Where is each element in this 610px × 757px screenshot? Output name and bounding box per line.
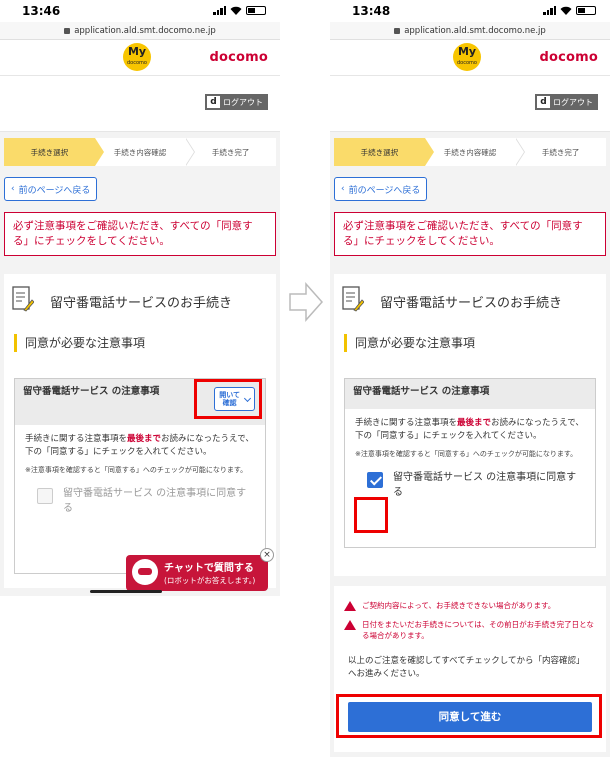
chevron-left-icon: ‹ — [11, 184, 15, 194]
status-bar: 13:46 — [0, 0, 280, 22]
mydocomo-logo[interactable]: My docomo — [453, 43, 481, 71]
terms-text-emphasis: 最後まで — [457, 418, 492, 428]
status-icons — [213, 6, 266, 15]
robot-icon — [132, 559, 158, 585]
agree-checkbox[interactable] — [37, 488, 53, 504]
alert-message: 必ず注意事項をご確認いただき、すべての「同意する」にチェックをしてください。 — [334, 212, 606, 256]
signal-icon — [213, 6, 226, 15]
terms-note: ※注意事項を確認すると「同意する」へのチェックが可能になります。 — [355, 450, 578, 458]
close-icon[interactable]: × — [260, 548, 274, 562]
battery-icon — [246, 6, 266, 15]
agree-checkbox-label: 留守番電話サービス の注意事項に同意する — [393, 472, 577, 498]
progress-steps: 手続き選択 手続き内容確認 手続き完了 — [4, 138, 277, 166]
back-button[interactable]: ‹ 前のページへ戻る — [4, 177, 98, 201]
card-title: 留守番電話サービスのお手続き — [50, 296, 233, 311]
warning-text: 日付をまたいだお手続きについては、その前日がお手続き完了日となる場合があります。 — [362, 620, 594, 640]
logout-button[interactable]: d ログアウト — [535, 94, 598, 110]
url-text: application.ald.smt.docomo.ne.jp — [74, 26, 216, 36]
step-complete: 手続き完了 — [515, 138, 607, 166]
back-button[interactable]: ‹ 前のページへ戻る — [334, 177, 428, 201]
back-label: 前のページへ戻る — [348, 185, 421, 196]
highlight-open-terms — [194, 379, 262, 419]
mydocomo-logo-text: My — [127, 45, 147, 58]
warning-icon — [344, 620, 356, 630]
step-confirm: 手続き内容確認 — [424, 138, 525, 166]
alert-message: 必ず注意事項をご確認いただき、すべての「同意する」にチェックをしてください。 — [4, 212, 276, 256]
terms-text-emphasis: 最後まで — [127, 434, 162, 444]
terms-text-1: 手続きに関する注意事項を — [25, 434, 128, 444]
lock-icon — [394, 27, 401, 34]
agree-checkbox-label: 留守番電話サービス の注意事項に同意する — [63, 488, 247, 514]
logout-label: ログアウト — [223, 97, 263, 107]
signal-icon — [543, 6, 556, 15]
warning-item: 日付をまたいだお手続きについては、その前日がお手続き完了日となる場合があります。 — [334, 619, 606, 641]
warning-item: ご契約内容によって、お手続きできない場合があります。 — [334, 600, 606, 611]
card-title: 留守番電話サービスのお手続き — [380, 296, 563, 311]
progress-steps: 手続き選択 手続き内容確認 手続き完了 — [334, 138, 607, 166]
section-heading: 同意が必要な注意事項 — [344, 334, 475, 352]
mydocomo-logo-sub: docomo — [457, 60, 477, 66]
terms-body: 手続きに関する注意事項を最後までお読みになったうえで、下の「同意する」にチェック… — [345, 409, 595, 508]
terms-title-text: 留守番電話サービス の注意事項 — [23, 386, 160, 397]
status-time: 13:48 — [352, 4, 391, 18]
highlight-checkbox — [354, 497, 388, 533]
chat-support-button[interactable]: チャットで質問する (ロボットがお答えします。) × — [126, 548, 274, 591]
wifi-icon — [230, 6, 242, 15]
mydocomo-logo-sub: docomo — [127, 60, 147, 66]
docomo-logo[interactable]: docomo — [209, 50, 268, 65]
site-header: My docomo docomo — [330, 40, 610, 76]
chat-title: チャットで質問する — [164, 563, 254, 574]
url-bar[interactable]: application.ald.smt.docomo.ne.jp — [330, 22, 610, 40]
memo-icon — [342, 286, 365, 312]
warning-text: ご契約内容によって、お手続きできない場合があります。 — [362, 601, 556, 610]
url-bar[interactable]: application.ald.smt.docomo.ne.jp — [0, 22, 280, 40]
chevron-left-icon: ‹ — [341, 184, 345, 194]
step-select: 手続き選択 — [4, 138, 104, 166]
screenshot-after: 13:48 application.ald.smt.docomo.ne.jp M… — [330, 0, 610, 757]
terms-text-1: 手続きに関する注意事項を — [355, 418, 458, 428]
step-complete: 手続き完了 — [185, 138, 277, 166]
home-indicator — [90, 590, 162, 593]
docomo-logo[interactable]: docomo — [539, 50, 598, 65]
wifi-icon — [560, 6, 572, 15]
status-time: 13:46 — [22, 4, 61, 18]
procedure-card: 留守番電話サービスのお手続き 同意が必要な注意事項 留守番電話サービス の注意事… — [4, 274, 276, 588]
agree-checkbox-row[interactable]: 留守番電話サービス の注意事項に同意する — [355, 470, 585, 500]
screenshot-before: 13:46 application.ald.smt.docomo.ne.jp M… — [0, 0, 280, 596]
arrow-right-icon — [289, 282, 324, 322]
logout-label: ログアウト — [553, 97, 593, 107]
terms-title: 留守番電話サービス の注意事項 — [345, 379, 595, 409]
terms-note: ※注意事項を確認すると「同意する」へのチェックが可能になります。 — [25, 466, 248, 474]
memo-icon — [12, 286, 35, 312]
logout-bar: d ログアウト — [330, 76, 610, 132]
agree-checkbox-row[interactable]: 留守番電話サービス の注意事項に同意する — [25, 486, 255, 516]
section-heading: 同意が必要な注意事項 — [14, 334, 145, 352]
d-account-icon: d — [537, 96, 550, 108]
terms-body: 手続きに関する注意事項を最後までお読みになったうえで、下の「同意する」にチェック… — [15, 425, 265, 524]
logout-bar: d ログアウト — [0, 76, 280, 132]
chat-subtitle: (ロボットがお答えします。) — [164, 576, 256, 585]
logout-button[interactable]: d ログアウト — [205, 94, 268, 110]
highlight-agree-button — [336, 694, 602, 738]
site-header: My docomo docomo — [0, 40, 280, 76]
mydocomo-logo-text: My — [457, 45, 477, 58]
d-account-icon: d — [207, 96, 220, 108]
mydocomo-logo[interactable]: My docomo — [123, 43, 151, 71]
agree-checkbox[interactable] — [367, 472, 383, 488]
step-confirm: 手続き内容確認 — [94, 138, 195, 166]
warning-icon — [344, 601, 356, 611]
lock-icon — [64, 27, 71, 34]
battery-icon — [576, 6, 596, 15]
status-bar: 13:48 — [330, 0, 610, 22]
back-label: 前のページへ戻る — [18, 185, 91, 196]
status-icons — [543, 6, 596, 15]
confirm-instruction: 以上のご注意を確認してすべてチェックしてから「内容確認」へお進みください。 — [348, 656, 585, 679]
step-select: 手続き選択 — [334, 138, 434, 166]
url-text: application.ald.smt.docomo.ne.jp — [404, 26, 546, 36]
